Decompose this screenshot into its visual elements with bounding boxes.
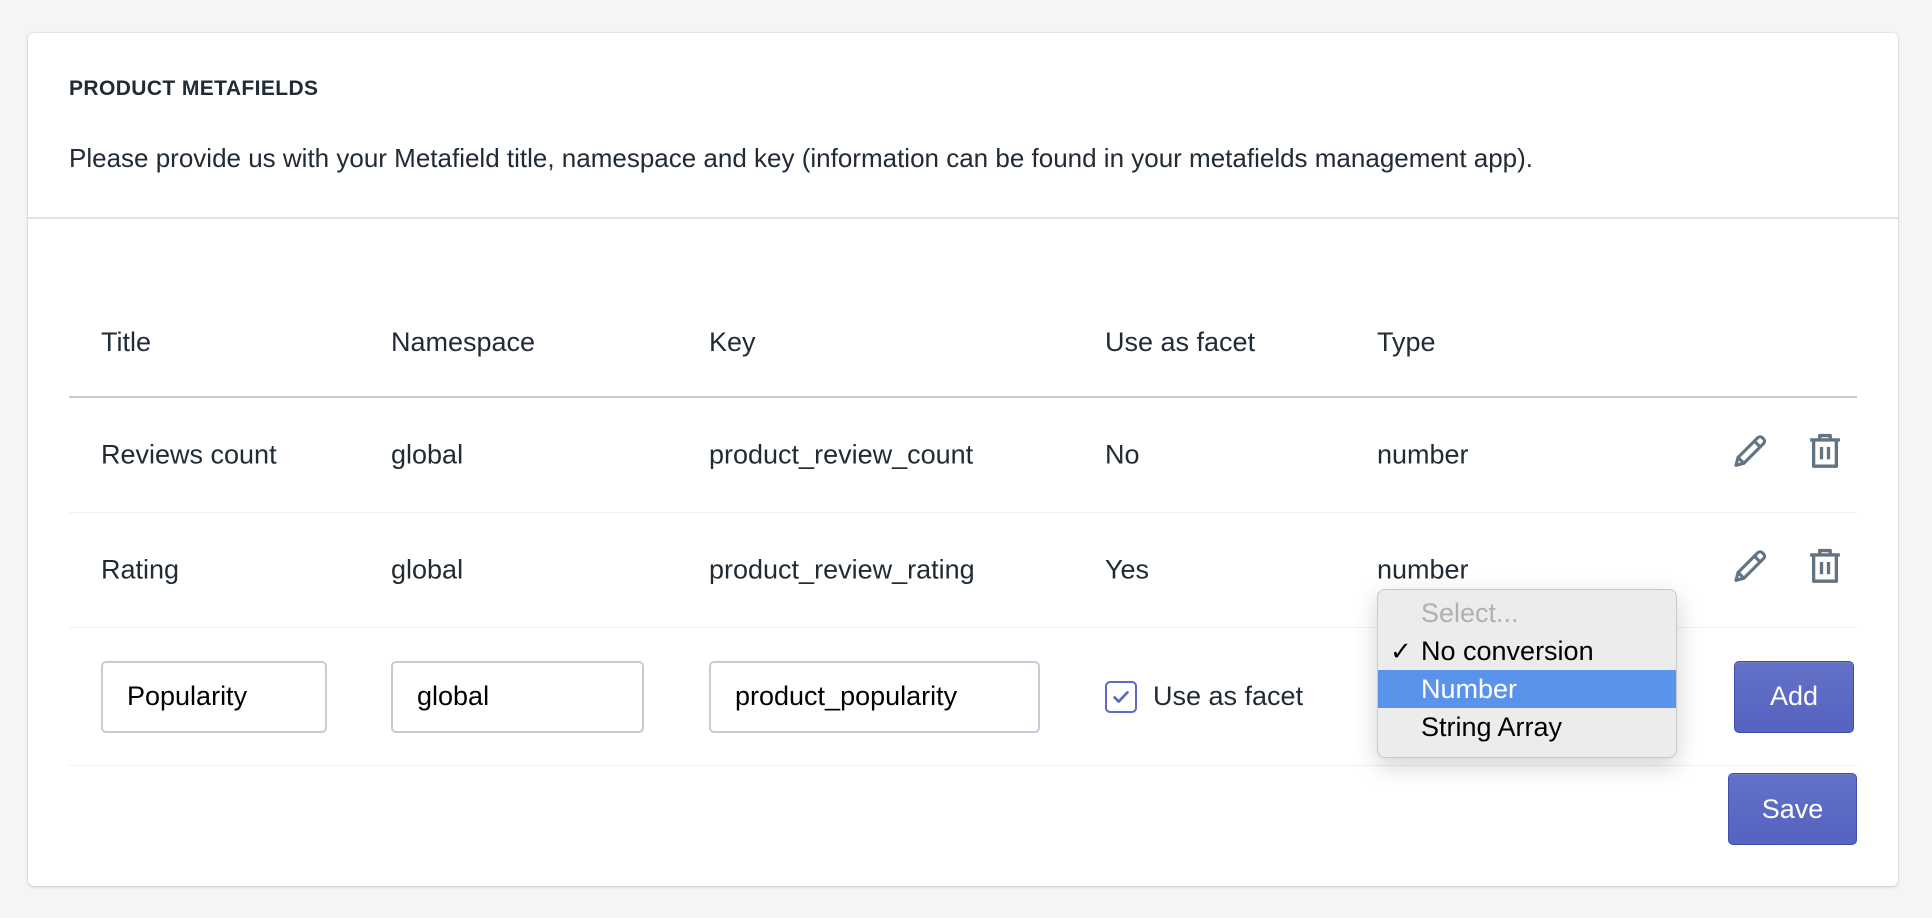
section-title: PRODUCT METAFIELDS: [69, 77, 319, 100]
dropdown-option-no-conversion[interactable]: ✓ No conversion: [1378, 632, 1676, 670]
checkbox-box[interactable]: [1105, 680, 1137, 713]
cell-use-as-facet: Yes: [1105, 554, 1150, 585]
metafields-card: PRODUCT METAFIELDS Please provide us wit…: [28, 33, 1898, 886]
header-title: Title: [101, 327, 152, 357]
header-type: Type: [1377, 327, 1436, 357]
dropdown-option-number[interactable]: Number: [1378, 670, 1676, 708]
add-button[interactable]: Add: [1734, 660, 1854, 733]
cell-title: Reviews count: [101, 439, 277, 470]
edit-button[interactable]: [1727, 428, 1773, 474]
option-label: Number: [1421, 674, 1518, 704]
header-key: Key: [709, 327, 756, 357]
option-label: String Array: [1421, 712, 1563, 742]
title-input[interactable]: [101, 660, 327, 733]
header-namespace: Namespace: [391, 327, 536, 357]
dropdown-option-string-array[interactable]: String Array: [1378, 708, 1676, 746]
option-label: No conversion: [1421, 636, 1594, 666]
type-dropdown-menu: Select... ✓ No conversion Number String …: [1377, 589, 1677, 758]
cell-type: number: [1377, 554, 1469, 585]
table-row: Reviews count global product_review_coun…: [69, 398, 1857, 513]
edit-button[interactable]: [1727, 543, 1773, 589]
save-button[interactable]: Save: [1728, 773, 1857, 845]
header-use-as-facet: Use as facet: [1105, 327, 1256, 357]
cell-namespace: global: [391, 554, 464, 585]
cell-namespace: global: [391, 439, 464, 470]
cell-use-as-facet: No: [1105, 439, 1140, 470]
trash-icon: [1810, 433, 1840, 468]
cell-key: product_review_count: [709, 439, 974, 470]
delete-button[interactable]: [1802, 428, 1848, 474]
pencil-icon: [1734, 550, 1767, 582]
checkmark-icon: [1113, 690, 1129, 703]
pencil-icon: [1734, 435, 1767, 467]
check-icon: ✓: [1390, 636, 1412, 666]
delete-button[interactable]: [1802, 543, 1848, 589]
card-header: PRODUCT METAFIELDS Please provide us wit…: [28, 33, 1898, 219]
cell-type: number: [1377, 439, 1469, 470]
section-description: Please provide us with your Metafield ti…: [69, 143, 1534, 173]
dropdown-placeholder: Select...: [1421, 598, 1519, 628]
cell-title: Rating: [101, 554, 180, 585]
table-header: Title Namespace Key Use as facet Type: [69, 253, 1857, 398]
key-input[interactable]: [709, 660, 1040, 733]
trash-icon: [1810, 548, 1840, 583]
cell-key: product_review_rating: [709, 554, 975, 585]
use-as-facet-checkbox[interactable]: Use as facet: [1105, 680, 1304, 713]
use-as-facet-label: Use as facet: [1153, 681, 1304, 711]
namespace-input[interactable]: [391, 660, 644, 733]
